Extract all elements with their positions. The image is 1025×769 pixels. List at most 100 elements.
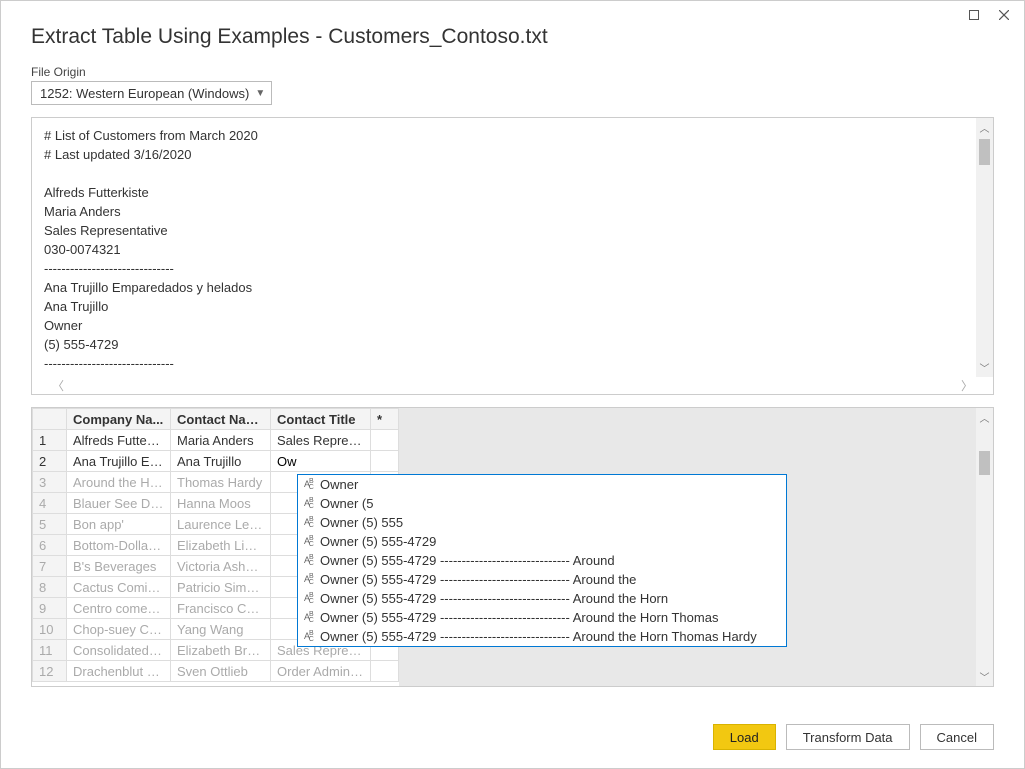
- cell-title[interactable]: Order Administ...: [271, 661, 371, 682]
- cell-company[interactable]: Ana Trujillo Em...: [67, 451, 171, 472]
- text-preview-content[interactable]: # List of Customers from March 2020 # La…: [32, 118, 993, 381]
- row-number: 2: [33, 451, 67, 472]
- cell-add-column[interactable]: [371, 451, 399, 472]
- row-number: 1: [33, 430, 67, 451]
- row-number: 9: [33, 598, 67, 619]
- scroll-left-icon: 〈: [52, 377, 64, 394]
- cell-company[interactable]: Consolidated H...: [67, 640, 171, 661]
- text-type-icon: ABC: [304, 553, 320, 569]
- close-button[interactable]: [994, 7, 1014, 23]
- text-type-icon: ABC: [304, 572, 320, 588]
- table-row[interactable]: 2Ana Trujillo Em...Ana Trujillo: [33, 451, 399, 472]
- autocomplete-item[interactable]: ABCOwner: [298, 475, 786, 494]
- autocomplete-item[interactable]: ABCOwner (5) 555-4729 ------------------…: [298, 608, 786, 627]
- column-header-add[interactable]: *: [371, 409, 399, 430]
- row-header-corner: [33, 409, 67, 430]
- grid-vertical-scrollbar[interactable]: ︿ ﹀: [976, 408, 993, 686]
- autocomplete-text: Owner (5) 555-4729 ---------------------…: [320, 591, 668, 606]
- column-header-company[interactable]: Company Na...: [67, 409, 171, 430]
- autocomplete-text: Owner (5) 555-4729 ---------------------…: [320, 553, 615, 568]
- autocomplete-item[interactable]: ABCOwner (5) 555-4729 ------------------…: [298, 570, 786, 589]
- row-number: 6: [33, 535, 67, 556]
- cell-contact[interactable]: Maria Anders: [171, 430, 271, 451]
- scroll-thumb[interactable]: [979, 451, 990, 475]
- cell-add-column[interactable]: [371, 661, 399, 682]
- file-origin-value: 1252: Western European (Windows): [40, 86, 249, 101]
- cell-contact[interactable]: Elizabeth Lincoln: [171, 535, 271, 556]
- cell-company[interactable]: Drachenblut D...: [67, 661, 171, 682]
- text-preview-pane: # List of Customers from March 2020 # La…: [31, 117, 994, 395]
- cell-company[interactable]: Bon app': [67, 514, 171, 535]
- cell-company[interactable]: Chop-suey Chi...: [67, 619, 171, 640]
- load-button[interactable]: Load: [713, 724, 776, 750]
- text-type-icon: ABC: [304, 515, 320, 531]
- maximize-icon: [969, 10, 979, 20]
- row-number: 11: [33, 640, 67, 661]
- row-number: 4: [33, 493, 67, 514]
- scroll-right-icon: 〉: [961, 377, 973, 394]
- chevron-down-icon: ▼: [255, 88, 265, 99]
- cell-contact[interactable]: Laurence Lebih...: [171, 514, 271, 535]
- autocomplete-item[interactable]: ABCOwner (5: [298, 494, 786, 513]
- row-number: 5: [33, 514, 67, 535]
- cell-company[interactable]: B's Beverages: [67, 556, 171, 577]
- autocomplete-text: Owner (5) 555-4729 ---------------------…: [320, 572, 636, 587]
- text-type-icon: ABC: [304, 477, 320, 493]
- autocomplete-item[interactable]: ABCOwner (5) 555-4729 ------------------…: [298, 627, 786, 646]
- autocomplete-popup[interactable]: ABCOwnerABCOwner (5ABCOwner (5) 555ABCOw…: [297, 474, 787, 647]
- transform-data-button[interactable]: Transform Data: [786, 724, 910, 750]
- cell-title[interactable]: [271, 451, 371, 472]
- scroll-up-icon: ︿: [980, 118, 990, 137]
- cell-contact[interactable]: Patricio Simpson: [171, 577, 271, 598]
- row-number: 8: [33, 577, 67, 598]
- maximize-button[interactable]: [964, 7, 984, 23]
- column-header-contact[interactable]: Contact Name: [171, 409, 271, 430]
- cell-company[interactable]: Cactus Comida...: [67, 577, 171, 598]
- scroll-thumb[interactable]: [979, 139, 990, 165]
- preview-horizontal-scrollbar[interactable]: 〈 〉: [32, 377, 993, 394]
- cell-company[interactable]: Blauer See Deli...: [67, 493, 171, 514]
- cell-title[interactable]: Sales Represen...: [271, 430, 371, 451]
- cancel-button[interactable]: Cancel: [920, 724, 994, 750]
- cell-contact[interactable]: Elizabeth Brown: [171, 640, 271, 661]
- cell-contact[interactable]: Hanna Moos: [171, 493, 271, 514]
- file-origin-dropdown[interactable]: 1252: Western European (Windows) ▼: [31, 81, 272, 105]
- cell-contact[interactable]: Sven Ottlieb: [171, 661, 271, 682]
- cell-company[interactable]: Around the Horn: [67, 472, 171, 493]
- cell-contact[interactable]: Yang Wang: [171, 619, 271, 640]
- cell-contact[interactable]: Thomas Hardy: [171, 472, 271, 493]
- text-type-icon: ABC: [304, 591, 320, 607]
- dialog-footer: Load Transform Data Cancel: [713, 724, 994, 750]
- row-number: 3: [33, 472, 67, 493]
- cell-title-input[interactable]: [271, 451, 370, 471]
- cell-company[interactable]: Centro comerci...: [67, 598, 171, 619]
- scroll-down-icon: ﹀: [980, 667, 990, 686]
- autocomplete-item[interactable]: ABCOwner (5) 555-4729 ------------------…: [298, 589, 786, 608]
- cell-contact[interactable]: Francisco Chang: [171, 598, 271, 619]
- autocomplete-item[interactable]: ABCOwner (5) 555: [298, 513, 786, 532]
- autocomplete-item[interactable]: ABCOwner (5) 555-4729 ------------------…: [298, 551, 786, 570]
- row-number: 7: [33, 556, 67, 577]
- cell-add-column[interactable]: [371, 430, 399, 451]
- close-icon: [999, 10, 1009, 20]
- titlebar: [1, 1, 1024, 21]
- cell-company[interactable]: Alfreds Futterki...: [67, 430, 171, 451]
- autocomplete-text: Owner (5: [320, 496, 373, 511]
- text-type-icon: ABC: [304, 534, 320, 550]
- dialog-title: Extract Table Using Examples - Customers…: [1, 21, 1024, 65]
- autocomplete-text: Owner (5) 555-4729 ---------------------…: [320, 610, 718, 625]
- cell-contact[interactable]: Ana Trujillo: [171, 451, 271, 472]
- text-type-icon: ABC: [304, 610, 320, 626]
- table-row[interactable]: 12Drachenblut D...Sven OttliebOrder Admi…: [33, 661, 399, 682]
- autocomplete-item[interactable]: ABCOwner (5) 555-4729: [298, 532, 786, 551]
- autocomplete-text: Owner (5) 555: [320, 515, 403, 530]
- table-row[interactable]: 1Alfreds Futterki...Maria AndersSales Re…: [33, 430, 399, 451]
- column-header-title[interactable]: Contact Title: [271, 409, 371, 430]
- cell-company[interactable]: Bottom-Dollar ...: [67, 535, 171, 556]
- dialog-window: Extract Table Using Examples - Customers…: [0, 0, 1025, 769]
- row-number: 12: [33, 661, 67, 682]
- cell-contact[interactable]: Victoria Ashwo...: [171, 556, 271, 577]
- autocomplete-text: Owner (5) 555-4729: [320, 534, 436, 549]
- preview-vertical-scrollbar[interactable]: ︿ ﹀: [976, 118, 993, 377]
- scroll-up-icon: ︿: [980, 408, 990, 427]
